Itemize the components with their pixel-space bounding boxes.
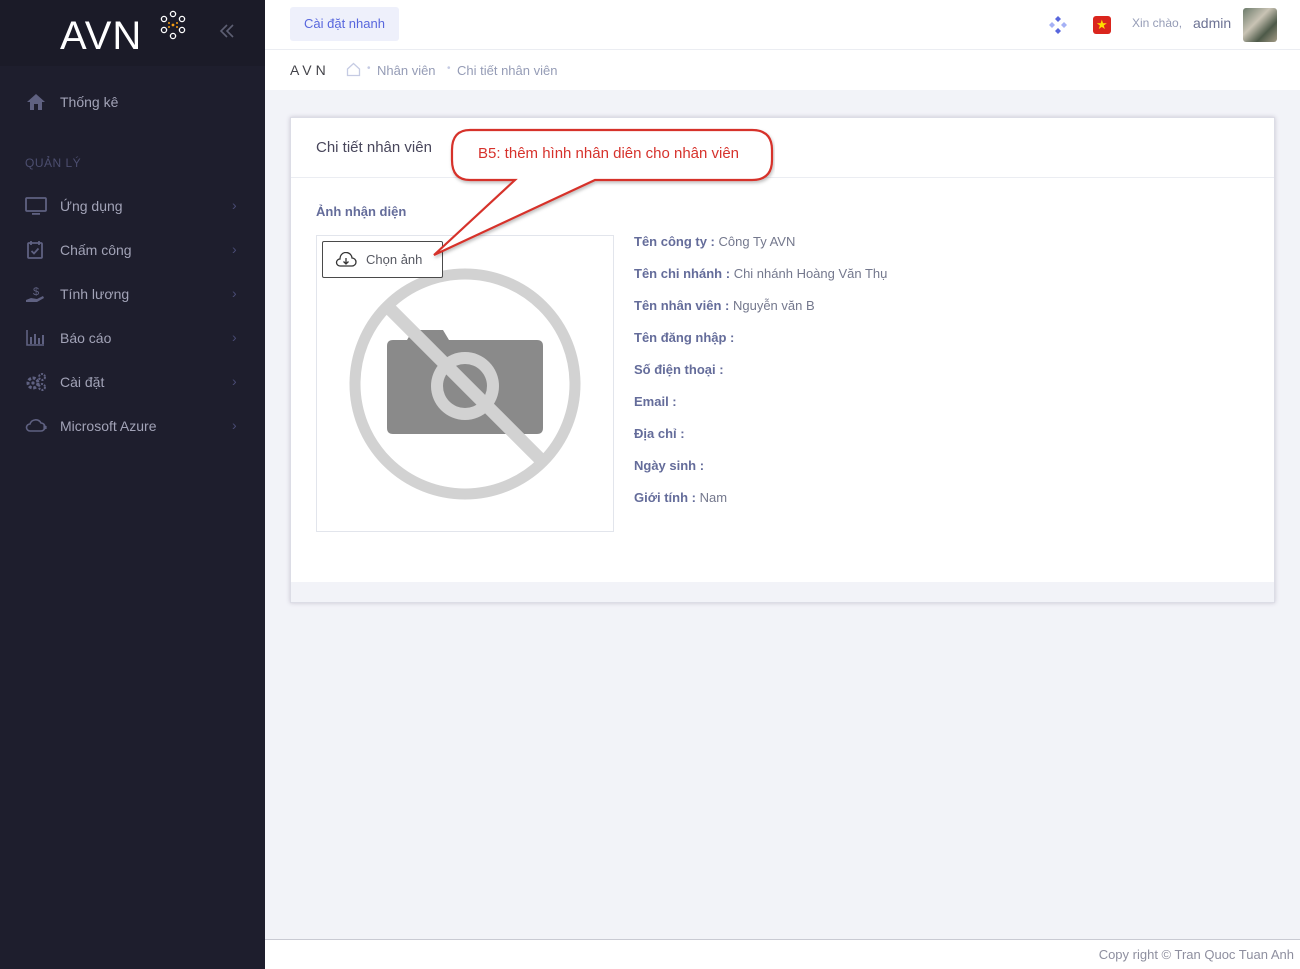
card-title: Chi tiết nhân viên bbox=[316, 139, 432, 156]
monitor-icon bbox=[25, 197, 47, 215]
svg-text:$: $ bbox=[33, 286, 39, 298]
sidebar-item-label: Báo cáo bbox=[60, 330, 112, 346]
info-key: Email : bbox=[634, 394, 677, 409]
choose-photo-label: Chọn ảnh bbox=[366, 252, 423, 267]
photo-box: Chọn ảnh bbox=[316, 235, 614, 532]
quick-settings-button[interactable]: Cài đặt nhanh bbox=[290, 7, 399, 41]
brand: AVN bbox=[0, 0, 265, 66]
chevron-right-icon: › bbox=[232, 285, 237, 301]
sidebar: AVN Thống kê QUẢN LÝ Ứng dụng › Chấm côn… bbox=[0, 0, 265, 969]
card-footer bbox=[291, 582, 1274, 602]
sidebar-item-label: Chấm công bbox=[60, 242, 132, 258]
top-header: Cài đặt nhanh ★ Xin chào, admin bbox=[265, 0, 1300, 50]
breadcrumb-separator: • bbox=[367, 63, 371, 74]
subheader: AVN • Nhân viên • Chi tiết nhân viên bbox=[265, 50, 1300, 90]
info-row-email: Email : bbox=[634, 394, 887, 426]
choose-photo-button[interactable]: Chọn ảnh bbox=[322, 241, 443, 278]
chevron-right-icon: › bbox=[232, 241, 237, 257]
sidebar-collapse-icon[interactable] bbox=[218, 20, 236, 46]
info-key: Tên chi nhánh : bbox=[634, 266, 731, 281]
brand-dots-icon bbox=[160, 10, 186, 40]
info-value: Nguyễn văn B bbox=[732, 298, 815, 313]
chevron-right-icon: › bbox=[232, 329, 237, 345]
greeting-text: Xin chào, bbox=[1132, 16, 1183, 30]
info-key: Số điện thoại : bbox=[634, 362, 724, 377]
sidebar-item-tinh-luong[interactable]: $ Tính lương › bbox=[0, 272, 265, 316]
hand-money-icon: $ bbox=[26, 286, 44, 302]
chevron-right-icon: › bbox=[232, 417, 237, 433]
callout-text: B5: thêm hình nhân diên cho nhân viên bbox=[478, 145, 740, 162]
info-key: Tên đăng nhập : bbox=[634, 330, 735, 345]
sidebar-item-label: Ứng dụng bbox=[60, 198, 123, 214]
footer: Copy right © Tran Quoc Tuan Anh bbox=[265, 939, 1300, 969]
sidebar-item-label: Thống kê bbox=[60, 94, 119, 110]
avatar[interactable] bbox=[1243, 8, 1277, 42]
sidebar-item-thong-ke[interactable]: Thống kê bbox=[0, 80, 265, 124]
employee-info-list: Tên công ty : Công Ty AVN Tên chi nhánh … bbox=[634, 234, 887, 522]
calendar-check-icon bbox=[27, 241, 43, 259]
sidebar-item-label: Tính lương bbox=[60, 286, 130, 302]
breadcrumb-separator: • bbox=[447, 63, 451, 74]
info-row-branch: Tên chi nhánh : Chi nhánh Hoàng Văn Thụ bbox=[634, 266, 887, 298]
quick-actions-icon[interactable] bbox=[1048, 15, 1068, 35]
sidebar-item-label: Microsoft Azure bbox=[60, 418, 157, 434]
info-value: Nam bbox=[699, 490, 728, 505]
page-title: AVN bbox=[290, 62, 330, 78]
info-key: Địa chỉ : bbox=[634, 426, 685, 441]
info-row-username: Tên đăng nhập : bbox=[634, 330, 887, 362]
photo-label: Ảnh nhận diện bbox=[316, 204, 407, 219]
info-key: Tên nhân viên : bbox=[634, 298, 730, 313]
brand-logo[interactable]: AVN bbox=[60, 14, 142, 59]
info-row-phone: Số điện thoại : bbox=[634, 362, 887, 394]
info-row-gender: Giới tính : Nam bbox=[634, 490, 887, 522]
info-key: Giới tính : bbox=[634, 490, 696, 505]
sidebar-item-microsoft-azure[interactable]: Microsoft Azure › bbox=[0, 404, 265, 448]
info-row-birthday: Ngày sinh : bbox=[634, 458, 887, 490]
info-key: Ngày sinh : bbox=[634, 458, 705, 473]
sidebar-item-bao-cao[interactable]: Báo cáo › bbox=[0, 316, 265, 360]
chevron-right-icon: › bbox=[232, 373, 237, 389]
cloud-icon bbox=[25, 419, 47, 432]
sidebar-item-cai-dat[interactable]: Cài đặt › bbox=[0, 360, 265, 404]
sidebar-item-ung-dung[interactable]: Ứng dụng › bbox=[0, 184, 265, 228]
username[interactable]: admin bbox=[1193, 15, 1231, 31]
chevron-right-icon: › bbox=[232, 197, 237, 213]
info-row-employee-name: Tên nhân viên : Nguyễn văn B bbox=[634, 298, 887, 330]
sidebar-item-cham-cong[interactable]: Chấm công › bbox=[0, 228, 265, 272]
home-icon bbox=[27, 94, 45, 110]
bar-chart-icon bbox=[26, 330, 44, 346]
gears-icon bbox=[26, 373, 46, 391]
breadcrumb-home-icon[interactable] bbox=[346, 62, 361, 77]
info-value: Chi nhánh Hoàng Văn Thụ bbox=[733, 266, 888, 281]
sidebar-item-label: Cài đặt bbox=[60, 374, 105, 390]
breadcrumb-chi-tiet[interactable]: Chi tiết nhân viên bbox=[457, 63, 557, 78]
no-photo-icon bbox=[349, 268, 581, 500]
section-label: QUẢN LÝ bbox=[25, 156, 82, 170]
copyright-text: Copy right © Tran Quoc Tuan Anh bbox=[1098, 947, 1294, 962]
info-row-address: Địa chỉ : bbox=[634, 426, 887, 458]
breadcrumb-nhan-vien[interactable]: Nhân viên bbox=[377, 63, 436, 78]
vietnam-flag-icon[interactable]: ★ bbox=[1093, 16, 1111, 34]
cloud-download-icon bbox=[335, 252, 357, 267]
